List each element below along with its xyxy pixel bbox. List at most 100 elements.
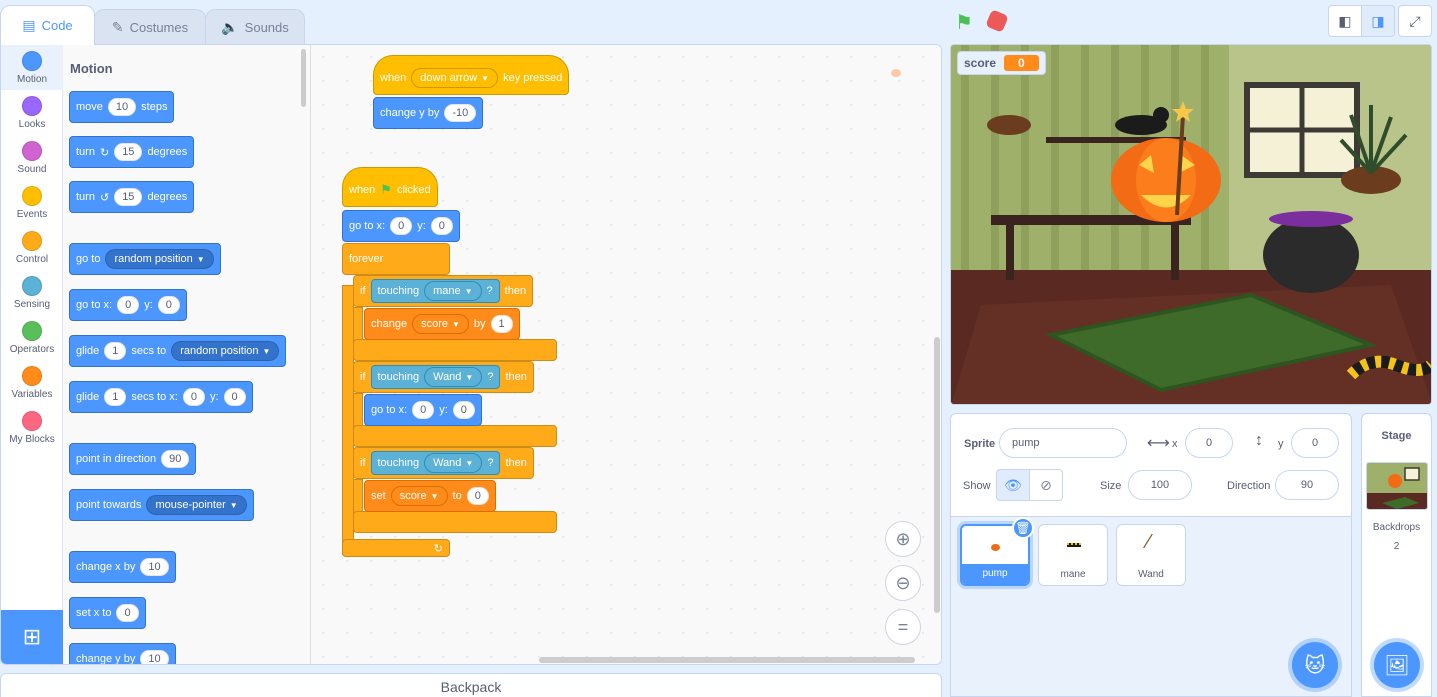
key-dropdown[interactable]: down arrow ▼ bbox=[411, 68, 499, 88]
add-extension-button[interactable]: ⊞ bbox=[1, 610, 63, 664]
point-towards-block[interactable]: point towards mouse-pointer ▼ bbox=[69, 489, 254, 521]
move-steps-block[interactable]: move 10 steps bbox=[69, 91, 175, 123]
touching-wand-condition[interactable]: touching Wand ▼? bbox=[370, 365, 501, 389]
go-to-y-inner-input[interactable]: 0 bbox=[452, 401, 475, 419]
set-score-input[interactable]: 0 bbox=[466, 487, 489, 505]
if-touching-wand-block[interactable]: if touching Wand ▼? then bbox=[353, 361, 534, 393]
touching-wand-2-condition[interactable]: touching Wand ▼? bbox=[370, 451, 501, 475]
category-sound[interactable]: Sound bbox=[1, 135, 63, 180]
touching-mane-condition[interactable]: touching mane ▼? bbox=[370, 279, 500, 303]
touching-dropdown[interactable]: Wand ▼ bbox=[424, 453, 483, 473]
turn-left-input[interactable]: 15 bbox=[114, 188, 143, 206]
if-touching-wand-2-block[interactable]: if touching Wand ▼? then bbox=[353, 447, 534, 479]
go-to-y-input[interactable]: 0 bbox=[157, 296, 180, 314]
large-stage-button[interactable]: ◨ bbox=[1361, 5, 1395, 37]
score-monitor[interactable]: score 0 bbox=[957, 51, 1046, 75]
workspace-horizontal-scrollbar[interactable] bbox=[539, 657, 915, 663]
turn-right-input[interactable]: 15 bbox=[114, 143, 143, 161]
go-to-x-inner-input[interactable]: 0 bbox=[412, 401, 435, 419]
when-flag-clicked-block[interactable]: when ⚑ clicked bbox=[342, 167, 438, 207]
set-x-block[interactable]: set x to 0 bbox=[69, 597, 146, 629]
category-looks[interactable]: Looks bbox=[1, 90, 63, 135]
stage-target-panel[interactable]: Stage Backdrops 2 🖼 bbox=[1361, 413, 1432, 697]
category-sensing[interactable]: Sensing bbox=[1, 270, 63, 315]
glide-x-input[interactable]: 0 bbox=[182, 388, 205, 406]
green-flag-button[interactable]: ⚑ bbox=[955, 10, 973, 35]
operators-dot-icon bbox=[22, 321, 42, 341]
go-to-x-script-input[interactable]: 0 bbox=[390, 217, 413, 235]
show-sprite-button[interactable]: 👁 bbox=[996, 469, 1030, 501]
direction-input[interactable]: 90 bbox=[161, 450, 190, 468]
sprite-thumb-wand[interactable]: ⁄ Wand bbox=[1116, 524, 1186, 586]
go-to-xy-inner-block[interactable]: go to x: 0 y: 0 bbox=[364, 394, 482, 426]
set-score-block[interactable]: set score ▼ to 0 bbox=[364, 480, 496, 512]
workspace-vertical-scrollbar[interactable] bbox=[934, 337, 940, 613]
go-to-xy-block[interactable]: go to x: 0 y: 0 bbox=[69, 289, 187, 321]
hide-sprite-button[interactable]: ⊘ bbox=[1029, 469, 1063, 501]
point-towards-dropdown[interactable]: mouse-pointer ▼ bbox=[146, 495, 247, 515]
choose-backdrop-button[interactable]: 🖼 bbox=[1374, 642, 1420, 688]
glide-dropdown[interactable]: random position ▼ bbox=[171, 341, 280, 361]
tab-sounds[interactable]: 🔈 Sounds bbox=[205, 9, 305, 45]
y-position-input[interactable]: 0 bbox=[1291, 428, 1339, 458]
change-score-block[interactable]: change score ▼ by 1 bbox=[364, 308, 520, 340]
variable-dropdown[interactable]: score ▼ bbox=[412, 314, 469, 334]
variable-dropdown[interactable]: score ▼ bbox=[390, 486, 448, 506]
go-to-y-script-input[interactable]: 0 bbox=[430, 217, 453, 235]
go-to-block[interactable]: go to random position ▼ bbox=[69, 243, 221, 275]
category-events[interactable]: Events bbox=[1, 180, 63, 225]
small-stage-button[interactable]: ◧ bbox=[1328, 5, 1362, 37]
change-y-script-input[interactable]: -10 bbox=[444, 104, 477, 122]
stage[interactable]: score 0 bbox=[950, 44, 1432, 405]
zoom-in-button[interactable]: ⊕ bbox=[885, 521, 921, 557]
set-x-input[interactable]: 0 bbox=[116, 604, 139, 622]
category-my-blocks[interactable]: My Blocks bbox=[1, 405, 63, 450]
when-key-pressed-block[interactable]: when down arrow ▼ key pressed bbox=[373, 55, 570, 95]
go-to-dropdown[interactable]: random position ▼ bbox=[105, 249, 214, 269]
category-variables[interactable]: Variables bbox=[1, 360, 63, 405]
stop-button[interactable] bbox=[985, 9, 1009, 33]
forever-block[interactable]: forever bbox=[342, 243, 450, 275]
x-position-input[interactable]: 0 bbox=[1185, 428, 1233, 458]
stage-thumbnail[interactable] bbox=[1366, 462, 1428, 510]
glide-secs-input[interactable]: 1 bbox=[104, 342, 127, 360]
size-input[interactable]: 100 bbox=[1128, 470, 1192, 500]
direction-input-field[interactable]: 90 bbox=[1275, 470, 1339, 500]
go-to-x-input[interactable]: 0 bbox=[117, 296, 140, 314]
category-motion[interactable]: Motion bbox=[1, 45, 63, 90]
tab-costumes[interactable]: ✎ Costumes bbox=[94, 9, 206, 45]
touching-dropdown[interactable]: Wand ▼ bbox=[424, 367, 483, 387]
glide-xy-secs-input[interactable]: 1 bbox=[104, 388, 127, 406]
choose-sprite-button[interactable]: 🐱 bbox=[1292, 642, 1338, 688]
go-to-xy-script-block[interactable]: go to x: 0 y: 0 bbox=[342, 210, 460, 242]
if-touching-mane-block[interactable]: if touching mane ▼? then bbox=[353, 275, 534, 307]
glide-y-input[interactable]: 0 bbox=[223, 388, 246, 406]
turn-right-block[interactable]: turn ↻ 15 degrees bbox=[69, 136, 195, 168]
change-x-input[interactable]: 10 bbox=[140, 558, 169, 576]
sprite-thumb-mane[interactable]: mane bbox=[1038, 524, 1108, 586]
delete-sprite-button[interactable]: 🗑 bbox=[1012, 517, 1034, 539]
glide-xy-block[interactable]: glide 1 secs to x: 0 y: 0 bbox=[69, 381, 253, 413]
category-operators[interactable]: Operators bbox=[1, 315, 63, 360]
category-control[interactable]: Control bbox=[1, 225, 63, 270]
turn-left-block[interactable]: turn ↺ 15 degrees bbox=[69, 181, 195, 213]
sprite-name-input[interactable]: pump bbox=[999, 428, 1127, 458]
change-y-input[interactable]: 10 bbox=[140, 650, 169, 664]
point-in-direction-block[interactable]: point in direction 90 bbox=[69, 443, 197, 475]
change-x-block[interactable]: change x by 10 bbox=[69, 551, 176, 583]
fullscreen-button[interactable]: ⤢ bbox=[1398, 5, 1432, 37]
change-y-block[interactable]: change y by 10 bbox=[69, 643, 176, 664]
image-add-icon: 🖼 bbox=[1384, 654, 1410, 677]
touching-dropdown[interactable]: mane ▼ bbox=[424, 281, 482, 301]
change-y-script-block[interactable]: change y by -10 bbox=[373, 97, 484, 129]
change-score-input[interactable]: 1 bbox=[490, 315, 513, 333]
glide-block[interactable]: glide 1 secs to random position ▼ bbox=[69, 335, 287, 367]
move-steps-input[interactable]: 10 bbox=[107, 98, 137, 116]
tab-code[interactable]: ▤ Code bbox=[0, 5, 95, 45]
script-workspace[interactable]: when down arrow ▼ key pressed change y by -1… bbox=[311, 45, 941, 664]
palette-scrollbar[interactable] bbox=[301, 49, 306, 107]
backpack[interactable]: Backpack bbox=[0, 673, 942, 697]
zoom-reset-button[interactable]: = bbox=[885, 609, 921, 645]
zoom-out-button[interactable]: ⊖ bbox=[885, 565, 921, 601]
eye-icon: 👁 bbox=[1004, 476, 1022, 493]
